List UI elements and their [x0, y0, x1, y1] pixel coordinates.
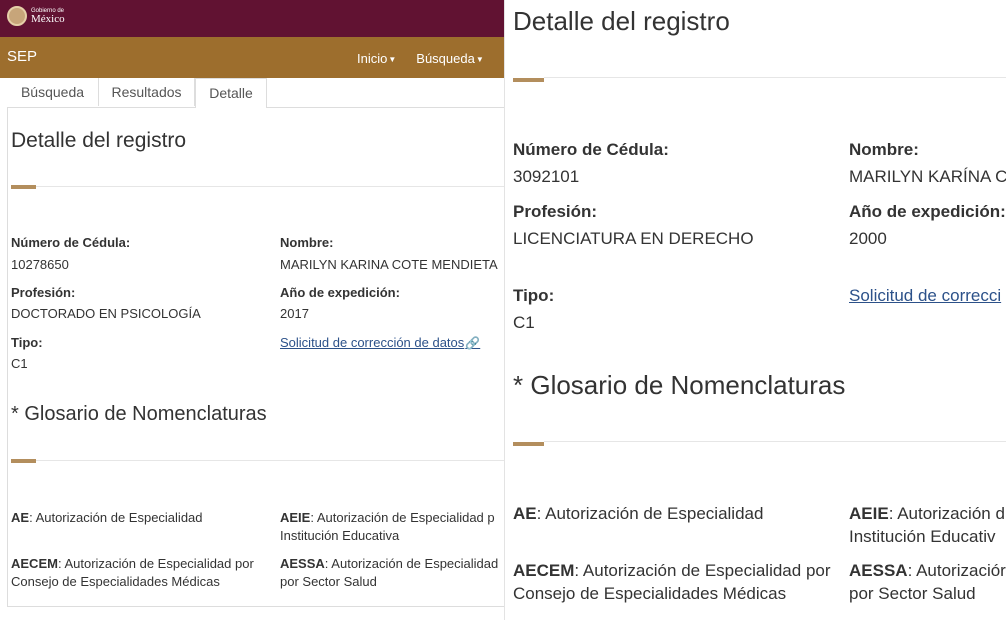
nombre-label: Nombre:	[280, 235, 334, 250]
detail-panel: Detalle del registro Número de Cédula: 1…	[7, 107, 504, 607]
logo-line2: México	[31, 12, 65, 25]
profesion-label: Profesión:	[11, 285, 76, 300]
nombre-label: Nombre:	[849, 140, 919, 159]
cedula-label: Número de Cédula:	[513, 140, 669, 159]
right-zoomed-pane: Detalle del registro Número de Cédula: 3…	[509, 0, 1006, 620]
seal-icon	[7, 6, 27, 26]
correction-link-text: Solicitud de corrección de datos	[280, 335, 465, 350]
glossary-abbr: AECEM	[11, 556, 58, 571]
tab-busqueda[interactable]: Búsqueda	[7, 78, 99, 106]
nombre-value: MARILYN KARINA COTE MENDIETA	[280, 257, 498, 272]
sep-navbar: SEP Inicio▼ Búsqueda▼ P	[0, 37, 504, 78]
nav-inicio[interactable]: Inicio▼	[357, 51, 396, 66]
caret-down-icon: ▼	[388, 55, 397, 64]
glossary-accent	[513, 442, 544, 446]
glossary-abbr: AEIE	[280, 510, 311, 525]
cedula-value: 10278650	[11, 257, 69, 272]
left-screenshot-pane: Gobierno de México SEP Inicio▼ Búsqueda▼…	[0, 0, 504, 620]
glossary-item: AESSA: Autorizaciór por Sector Salud	[849, 560, 1006, 606]
nav-busqueda[interactable]: Búsqueda▼	[416, 51, 483, 66]
title-divider	[36, 186, 504, 187]
glossary-item: AE: Autorización de Especialidad	[513, 503, 833, 526]
nav-inicio-label: Inicio	[357, 51, 388, 66]
tipo-value: C1	[11, 356, 28, 371]
page-title: Detalle del registro	[513, 6, 730, 36]
glossary-abbr: AESSA	[280, 556, 325, 571]
page-title: Detalle del registro	[11, 129, 187, 152]
title-accent	[11, 185, 36, 189]
anio-value: 2017	[280, 306, 309, 321]
title-accent	[513, 78, 544, 82]
title-divider	[544, 77, 1006, 78]
anio-label: Año de expedición:	[280, 285, 400, 300]
anio-label: Año de expedición:	[849, 202, 1006, 221]
profesion-value: DOCTORADO EN PSICOLOGÍA	[11, 306, 201, 321]
glossary-divider	[544, 441, 1006, 442]
glossary-abbr: AECEM	[513, 561, 575, 580]
tab-resultados[interactable]: Resultados	[99, 78, 195, 106]
glossary-abbr: AESSA	[849, 561, 908, 580]
tipo-label: Tipo:	[513, 286, 555, 305]
link-icon: 🔗	[465, 336, 481, 350]
tipo-value: C1	[513, 313, 535, 332]
glossary-item: AEIE: Autorización de Especialidad p Ins…	[280, 509, 504, 544]
glossary-abbr: AE	[11, 510, 30, 525]
glossary-title: * Glosario de Nomenclaturas	[513, 370, 846, 400]
glossary-desc: : Autorización de Especialidad	[29, 510, 203, 525]
profesion-label: Profesión:	[513, 202, 598, 221]
glossary-desc: : Autorización de Especialidad p Institu…	[280, 510, 495, 543]
glossary-divider	[36, 460, 504, 461]
tipo-label: Tipo:	[11, 335, 43, 350]
cedula-label: Número de Cédula:	[11, 235, 131, 250]
correction-request-link[interactable]: Solicitud de corrección de datos🔗	[280, 335, 480, 350]
sep-brand[interactable]: SEP	[7, 48, 37, 65]
tab-bar: Búsqueda Resultados Detalle	[7, 78, 504, 108]
glossary-item: AECEM: Autorización de Especialidad por …	[11, 555, 271, 590]
glossary-item: AESSA: Autorización de Especialidad por …	[280, 555, 504, 590]
cedula-value: 3092101	[513, 167, 580, 186]
anio-value: 2000	[849, 229, 887, 248]
glossary-item: AE: Autorización de Especialidad	[11, 509, 271, 527]
glossary-accent	[11, 459, 36, 463]
nombre-value: MARILYN KARÍNA C	[849, 167, 1006, 186]
glossary-abbr: AE	[513, 504, 537, 523]
glossary-item: AEIE: Autorización d Institución Educati…	[849, 503, 1006, 549]
glossary-item: AECEM: Autorización de Especialidad por …	[513, 560, 833, 606]
nav-busqueda-label: Búsqueda	[416, 51, 475, 66]
tab-detalle[interactable]: Detalle	[195, 78, 267, 108]
glossary-title: * Glosario de Nomenclaturas	[11, 403, 267, 425]
correction-request-link[interactable]: Solicitud de correcci	[849, 286, 1001, 306]
government-header-bar: Gobierno de México	[0, 0, 504, 37]
glossary-abbr: AEIE	[849, 504, 889, 523]
main-nav: Inicio▼ Búsqueda▼ P	[357, 51, 504, 66]
profesion-value: LICENCIATURA EN DERECHO	[513, 229, 754, 248]
caret-down-icon: ▼	[475, 55, 484, 64]
glossary-desc: : Autorización de Especialidad	[536, 504, 764, 523]
gobierno-mexico-logo[interactable]: Gobierno de México	[7, 6, 65, 26]
